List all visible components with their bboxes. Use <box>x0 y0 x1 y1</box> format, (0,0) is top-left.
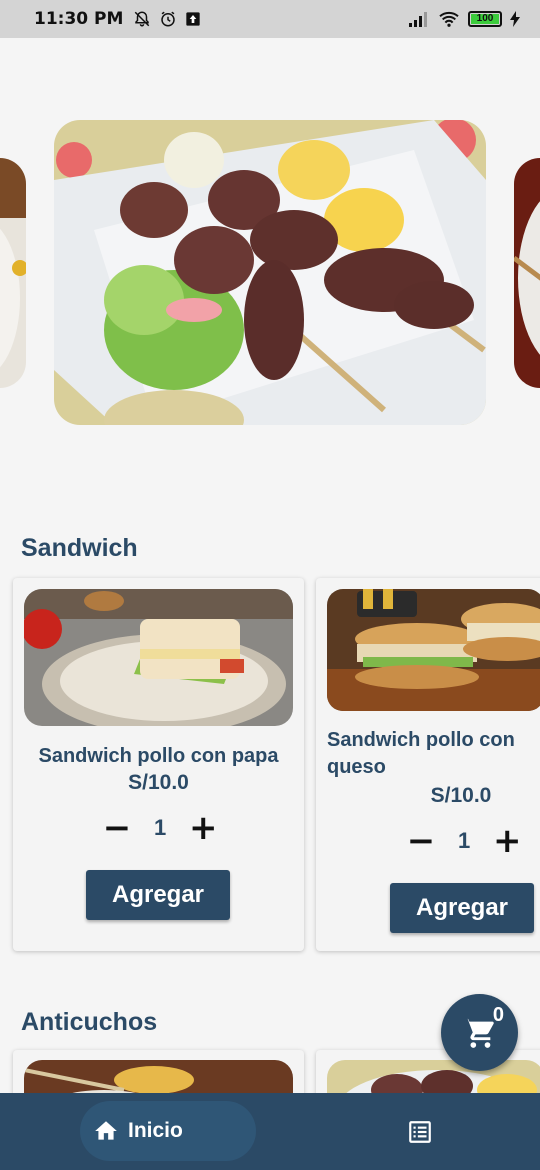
signal-icon <box>409 12 427 27</box>
list-icon <box>409 1121 431 1143</box>
sandwich-image <box>327 589 540 711</box>
cart-icon <box>463 1018 494 1048</box>
carousel-slide-current[interactable] <box>54 120 486 425</box>
bottom-navigation: Inicio <box>0 1093 540 1170</box>
add-to-cart-button[interactable]: Agregar <box>390 883 534 933</box>
increment-button[interactable]: + <box>188 811 218 845</box>
product-card[interactable]: Sandwich pollo con papa S/10.0 − 1 + Agr… <box>13 578 304 951</box>
product-image <box>24 1060 293 1093</box>
featured-carousel[interactable] <box>0 120 540 425</box>
product-name: Sandwich pollo con queso <box>327 729 515 778</box>
nav-item-orders[interactable] <box>406 1119 434 1150</box>
product-card[interactable] <box>13 1050 304 1093</box>
main-content[interactable]: Sandwich Sandwich pollo con papa S/10.0 … <box>0 38 540 1093</box>
anticucho-food-image <box>54 120 486 425</box>
cart-count-badge: 0 <box>492 1004 504 1026</box>
product-image <box>327 1060 540 1093</box>
alarm-icon <box>161 11 176 27</box>
add-to-cart-button[interactable]: Agregar <box>86 870 230 920</box>
cart-button[interactable]: 0 <box>441 994 518 1071</box>
status-time: 11:30 PM <box>34 9 124 29</box>
increment-button[interactable]: + <box>492 824 522 858</box>
quantity-value: 1 <box>154 815 167 840</box>
product-image <box>327 589 540 711</box>
home-icon <box>95 1121 117 1140</box>
battery-icon: 100 <box>468 11 502 27</box>
section-title-sandwich: Sandwich <box>21 534 138 562</box>
wifi-icon <box>439 11 459 27</box>
nav-item-home-label: Inicio <box>128 1119 183 1142</box>
battery-level: 100 <box>471 14 499 24</box>
carousel-slide-prev[interactable] <box>0 158 26 388</box>
food-image <box>0 158 26 388</box>
product-name: Sandwich pollo con papa <box>38 745 279 767</box>
product-price: S/10.0 <box>128 771 189 794</box>
product-price: S/10.0 <box>430 784 492 807</box>
upload-icon <box>186 12 201 26</box>
quantity-stepper: − 1 + <box>102 811 218 845</box>
nav-item-home[interactable]: Inicio <box>80 1101 256 1161</box>
decrement-button[interactable]: − <box>102 811 132 845</box>
product-image <box>24 589 293 726</box>
anticucho-food-image <box>24 1060 293 1093</box>
carousel-slide-next[interactable] <box>514 158 540 388</box>
product-card[interactable]: Sandwich pollo con queso S/10.0 − 1 + Ag… <box>316 578 540 951</box>
decrement-button[interactable]: − <box>406 824 436 858</box>
charging-icon <box>510 11 520 27</box>
section-title-anticuchos: Anticuchos <box>21 1008 158 1036</box>
anticucho-food-image <box>327 1060 540 1093</box>
quantity-value: 1 <box>458 828 471 853</box>
quantity-stepper: − 1 + <box>406 824 522 858</box>
food-image <box>514 158 540 388</box>
sandwich-image <box>24 589 293 726</box>
status-bar: 11:30 PM 100 <box>0 0 540 38</box>
notifications-off-icon <box>135 11 150 27</box>
